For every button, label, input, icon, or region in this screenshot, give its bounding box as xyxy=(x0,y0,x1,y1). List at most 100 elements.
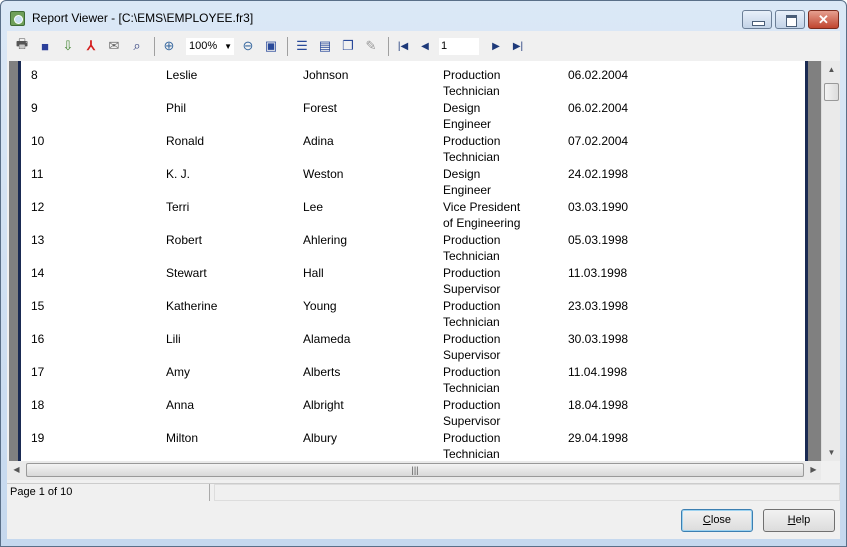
job-title: Production Technician xyxy=(443,67,500,99)
next-page-icon[interactable]: ▶ xyxy=(487,37,505,55)
toolbar: 🖶 ■ ⇩ ⅄ ✉ ⌕ ⊕ 100% ▼ ⊖ ▣ ☰ ▤ ❐ ✎ |◀ ◀ ▶ ▶… xyxy=(7,31,840,61)
job-title-line-1: Production xyxy=(443,266,501,280)
status-message xyxy=(214,484,840,501)
job-title: Production Technician xyxy=(443,430,500,461)
minimize-button[interactable] xyxy=(742,10,772,29)
job-title-line-2: of Engineering xyxy=(443,216,521,230)
zoom-select[interactable]: 100% ▼ xyxy=(186,38,234,55)
emp-no: 10 xyxy=(31,134,45,148)
job-title-line-1: Production xyxy=(443,233,501,247)
hire-date: 06.02.2004 xyxy=(568,101,629,115)
report-viewer-window: Report Viewer - [C:\EMS\EMPLOYEE.fr3] ✕ … xyxy=(0,0,847,547)
page-number-input[interactable] xyxy=(439,38,479,55)
report-page: 8 Leslie Johnson Production Technician 06.02.… xyxy=(18,61,808,461)
report-preview[interactable]: 8 Leslie Johnson Production Technician 06.02.… xyxy=(9,61,821,461)
maximize-button[interactable] xyxy=(775,10,805,29)
job-title-line-1: Production xyxy=(443,332,501,346)
last-name: Johnson xyxy=(303,68,349,82)
horizontal-scroll-thumb[interactable]: ||| xyxy=(26,463,804,477)
hire-date: 06.02.2004 xyxy=(568,68,629,82)
outline-icon[interactable]: ☰ xyxy=(293,37,311,55)
first-name: K. J. xyxy=(166,167,191,181)
job-title: Vice President of Engineering xyxy=(443,199,520,231)
job-title-line-1: Design xyxy=(443,167,481,181)
zoom-value: 100% xyxy=(189,40,218,52)
job-title-line-1: Production xyxy=(443,299,501,313)
scroll-down-icon[interactable]: ▼ xyxy=(822,448,841,457)
report-row: 8 Leslie Johnson Production Technician 06.02.… xyxy=(21,67,801,100)
full-screen-icon[interactable]: ▣ xyxy=(262,37,280,55)
job-title: Production Supervisor xyxy=(443,265,500,297)
job-title: Production Technician xyxy=(443,298,500,330)
report-row: 10 Ronald Adina Production Technician 07.02.2… xyxy=(21,133,801,166)
print-icon[interactable]: 🖶 xyxy=(13,36,31,55)
emp-no: 17 xyxy=(31,365,45,379)
close-icon: ✕ xyxy=(818,12,829,27)
hire-date: 11.03.1998 xyxy=(568,266,628,280)
close-accel: C xyxy=(702,514,711,526)
edit-icon[interactable]: ✎ xyxy=(362,37,380,55)
first-name: Ronald xyxy=(166,134,205,148)
hire-date: 29.04.1998 xyxy=(568,431,629,445)
last-name: Alberts xyxy=(303,365,341,379)
title-bar[interactable]: Report Viewer - [C:\EMS\EMPLOYEE.fr3] ✕ xyxy=(1,1,846,31)
zoom-in-icon[interactable]: ⊕ xyxy=(160,37,178,55)
job-title-line-1: Production xyxy=(443,365,501,379)
status-bar: Page 1 of 10 xyxy=(7,483,840,501)
close-button[interactable]: Close xyxy=(681,509,753,532)
help-button[interactable]: Help xyxy=(763,509,835,532)
horizontal-scrollbar[interactable]: ◀ ||| ▶ xyxy=(7,461,821,480)
scroll-right-icon[interactable]: ▶ xyxy=(804,465,823,474)
last-name: Lee xyxy=(303,200,324,214)
export-icon[interactable]: ⇩ xyxy=(59,37,77,55)
window-title: Report Viewer - [C:\EMS\EMPLOYEE.fr3] xyxy=(32,11,254,25)
zoom-out-icon[interactable]: ⊖ xyxy=(239,37,257,55)
toolbar-separator xyxy=(388,37,389,56)
scroll-left-icon[interactable]: ◀ xyxy=(7,465,26,474)
first-page-icon[interactable]: |◀ xyxy=(394,37,412,55)
page-setup-icon[interactable]: ❐ xyxy=(339,37,357,55)
pdf-icon[interactable]: ⅄ xyxy=(82,37,100,55)
last-name: Albury xyxy=(303,431,338,445)
first-name: Amy xyxy=(166,365,190,379)
first-name: Katherine xyxy=(166,299,218,313)
thumbnails-icon[interactable]: ▤ xyxy=(316,37,334,55)
first-name: Anna xyxy=(166,398,195,412)
job-title-line-1: Production xyxy=(443,68,501,82)
email-icon[interactable]: ✉ xyxy=(105,37,123,55)
first-name: Phil xyxy=(166,101,187,115)
job-title: Production Supervisor xyxy=(443,331,500,363)
report-row: 17 Amy Alberts Production Technician 11.04.19… xyxy=(21,364,801,397)
report-row: 12 Terri Lee Vice President of Engineering 03… xyxy=(21,199,801,232)
find-icon[interactable]: ⌕ xyxy=(128,37,146,55)
job-title-line-2: Technician xyxy=(443,381,500,395)
vertical-scrollbar[interactable]: ▲ ▼ xyxy=(821,61,840,461)
job-title-line-2: Technician xyxy=(443,249,500,263)
emp-no: 8 xyxy=(31,68,38,82)
last-name: Young xyxy=(303,299,337,313)
page-info: Page 1 of 10 xyxy=(7,484,210,501)
job-title-line-1: Production xyxy=(443,398,501,412)
vertical-scroll-thumb[interactable] xyxy=(824,83,839,101)
help-label: elp xyxy=(795,514,811,526)
job-title-line-1: Design xyxy=(443,101,481,115)
hire-date: 30.03.1998 xyxy=(568,332,629,346)
scroll-up-icon[interactable]: ▲ xyxy=(822,65,841,74)
job-title: Production Technician xyxy=(443,232,500,264)
app-icon xyxy=(10,11,25,26)
last-name: Forest xyxy=(303,101,338,115)
last-page-icon[interactable]: ▶| xyxy=(509,37,527,55)
job-title: Production Supervisor xyxy=(443,397,500,429)
report-row: 11 K. J. Weston Design Engineer 24.02.1998 xyxy=(21,166,801,199)
close-label: lose xyxy=(710,514,732,526)
job-title-line-2: Technician xyxy=(443,315,500,329)
job-title-line-2: Engineer xyxy=(443,117,492,131)
close-window-button[interactable]: ✕ xyxy=(808,10,839,29)
hire-date: 03.03.1990 xyxy=(568,200,629,214)
emp-no: 18 xyxy=(31,398,45,412)
job-title-line-1: Production xyxy=(443,134,501,148)
prev-page-icon[interactable]: ◀ xyxy=(416,37,434,55)
emp-no: 9 xyxy=(31,101,38,115)
hire-date: 07.02.2004 xyxy=(568,134,629,148)
save-icon[interactable]: ■ xyxy=(36,37,54,55)
